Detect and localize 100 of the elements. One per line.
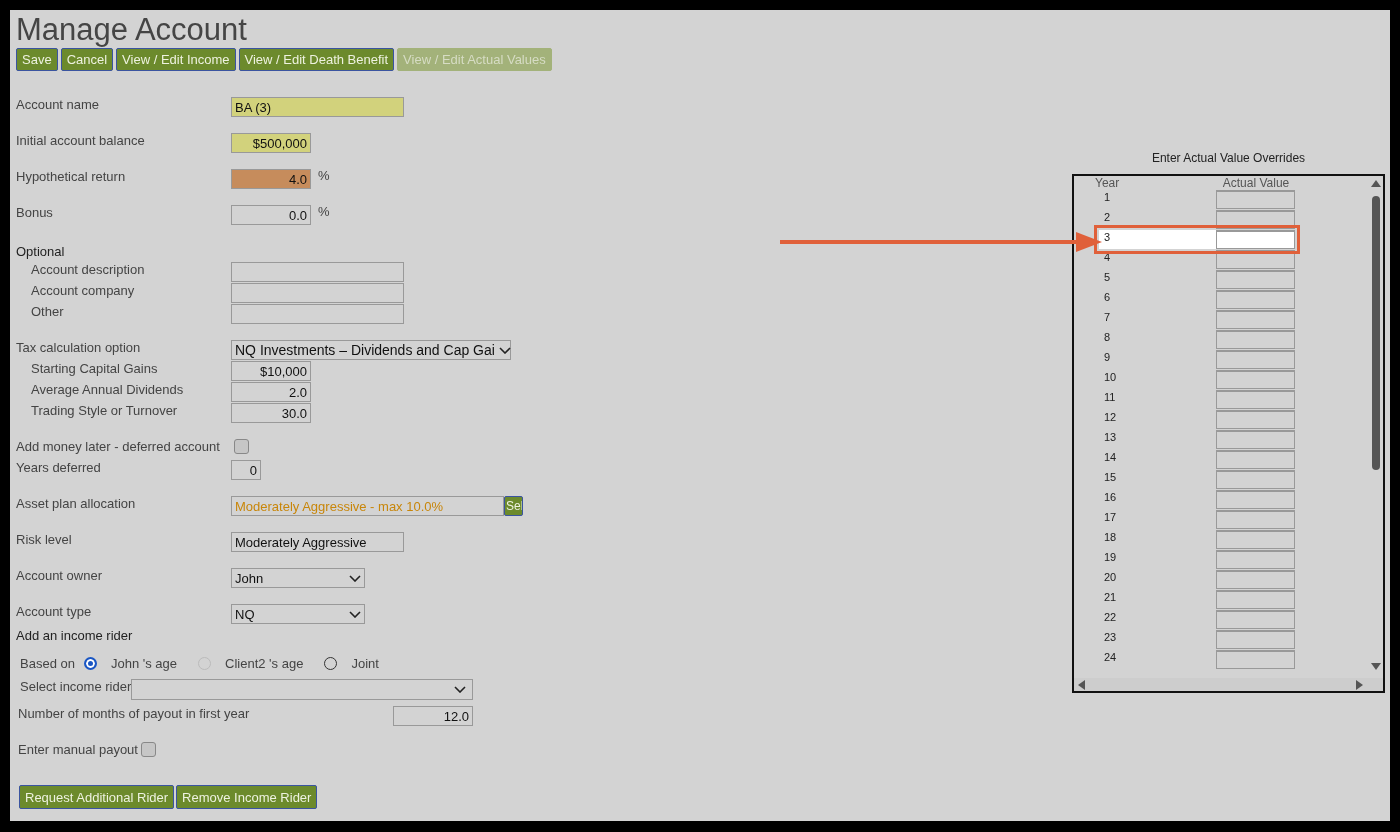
radio-button[interactable]	[83, 656, 97, 670]
input-field[interactable]: Moderately Aggressive	[231, 532, 404, 552]
table-row[interactable]: 5	[1099, 270, 1295, 289]
value-input[interactable]	[1216, 550, 1295, 569]
value-input[interactable]	[1216, 650, 1295, 669]
value-input[interactable]	[1216, 190, 1295, 209]
field-label: Add money later - deferred account	[16, 439, 221, 455]
year-cell-text: 16	[1103, 490, 1118, 504]
field-label: Number of months of payout in first year	[18, 706, 251, 722]
field-label: Account name	[16, 97, 101, 113]
input-field[interactable]	[231, 304, 404, 324]
table-row[interactable]: 6	[1099, 290, 1295, 309]
value-input[interactable]	[1216, 410, 1295, 429]
dropdown[interactable]: John	[231, 568, 365, 588]
table-row[interactable]: 15	[1099, 470, 1295, 489]
button[interactable]: View / Edit Death Benefit	[238, 48, 395, 71]
table-row[interactable]: 8	[1099, 330, 1295, 349]
input-field[interactable]	[231, 283, 404, 303]
value-input[interactable]	[1216, 310, 1295, 329]
year-cell-text: 2	[1103, 210, 1112, 224]
dropdown[interactable]: NQ Investments – Dividends and Cap Gai	[231, 340, 511, 360]
button[interactable]: View / Edit Income	[116, 48, 236, 71]
table-row[interactable]: 11	[1099, 390, 1295, 409]
scroll-down-icon	[1371, 663, 1381, 670]
button[interactable]: Request Additional Rider	[19, 785, 175, 809]
table-row[interactable]: 19	[1099, 550, 1295, 569]
field-label: Other	[30, 304, 65, 320]
table-row[interactable]: 7	[1099, 310, 1295, 329]
table-row[interactable]: 13	[1099, 430, 1295, 449]
select-button[interactable]: Sel	[504, 496, 523, 516]
value-input[interactable]	[1216, 570, 1295, 589]
dropdown[interactable]: NQ	[231, 604, 365, 624]
input-field[interactable]: 0	[231, 460, 261, 480]
horizontal-scrollbar[interactable]	[1074, 678, 1383, 691]
radio-button[interactable]	[324, 656, 338, 670]
dropdown[interactable]	[131, 679, 474, 700]
table-row[interactable]: 22	[1099, 610, 1295, 629]
input-field[interactable]: $500,000	[231, 133, 311, 153]
scrollbar-thumb[interactable]	[1372, 196, 1380, 470]
value-input[interactable]	[1216, 590, 1295, 609]
input-field[interactable]: $10,000	[231, 361, 311, 381]
year-cell-text: 15	[1103, 470, 1118, 484]
year-cell-text: 14	[1103, 450, 1118, 464]
table-row[interactable]: 24	[1099, 650, 1295, 669]
value-input[interactable]	[1216, 350, 1295, 369]
field-label: Bonus	[16, 205, 54, 221]
value-input[interactable]	[1216, 270, 1295, 289]
year-cell-text: 20	[1103, 570, 1118, 584]
scroll-up-icon	[1371, 180, 1381, 187]
value-input[interactable]	[1216, 250, 1295, 269]
table-row[interactable]: 21	[1099, 590, 1295, 609]
value-input[interactable]	[1216, 390, 1295, 409]
button[interactable]: Remove Income Rider	[176, 785, 318, 809]
year-cell-text: 12	[1103, 410, 1118, 424]
field-label: Account owner	[16, 568, 103, 584]
checkbox[interactable]	[234, 439, 249, 454]
value-input[interactable]	[1216, 610, 1295, 629]
button[interactable]: Cancel	[60, 48, 114, 71]
table-row[interactable]: 16	[1099, 490, 1295, 509]
input-field[interactable]	[231, 262, 404, 282]
chevron-down-icon	[498, 346, 511, 354]
year-cell-text: 24	[1103, 650, 1118, 664]
input-field[interactable]: 12.0	[393, 706, 473, 726]
checkbox[interactable]	[140, 742, 156, 757]
value-input[interactable]	[1216, 490, 1295, 509]
value-input[interactable]	[1216, 290, 1295, 309]
value-input[interactable]	[1216, 470, 1295, 489]
table-row[interactable]: 14	[1099, 450, 1295, 469]
value-input[interactable]	[1216, 510, 1295, 529]
value-input[interactable]	[1216, 370, 1295, 389]
field-label: Average Annual Dividends	[30, 382, 185, 398]
chevron-down-icon	[349, 574, 361, 582]
table-row[interactable]: 1	[1099, 190, 1295, 209]
year-cell-text: 11	[1103, 390, 1117, 404]
input-field[interactable]: 30.0	[231, 403, 311, 423]
table-row[interactable]: 23	[1099, 630, 1295, 649]
table-row[interactable]: 10	[1099, 370, 1295, 389]
button[interactable]: Save	[16, 48, 58, 71]
value-input[interactable]	[1216, 430, 1295, 449]
value-input[interactable]	[1216, 450, 1295, 469]
input-field[interactable]: 4.0	[231, 169, 311, 189]
year-cell-text: 5	[1103, 270, 1112, 284]
field-label: Account company	[30, 283, 136, 299]
table-row[interactable]: 12	[1099, 410, 1295, 429]
value-input[interactable]	[1216, 330, 1295, 349]
table-row[interactable]: 20	[1099, 570, 1295, 589]
input-field[interactable]: BA (3)	[231, 97, 404, 117]
section-heading: Optional	[16, 243, 66, 261]
value-input[interactable]	[1216, 530, 1295, 549]
chevron-down-icon	[454, 686, 467, 693]
table-row[interactable]: 18	[1099, 530, 1295, 549]
input-field[interactable]: 2.0	[231, 382, 311, 402]
radio-label: John 's age	[110, 655, 178, 671]
value-input[interactable]	[1216, 630, 1295, 649]
input-field[interactable]: 0.0	[231, 205, 311, 225]
table-row[interactable]: 9	[1099, 350, 1295, 369]
field-label: Initial account balance	[16, 133, 146, 149]
year-cell-text: 7	[1103, 310, 1112, 324]
value-input[interactable]	[1216, 230, 1295, 249]
table-row[interactable]: 17	[1099, 510, 1295, 529]
